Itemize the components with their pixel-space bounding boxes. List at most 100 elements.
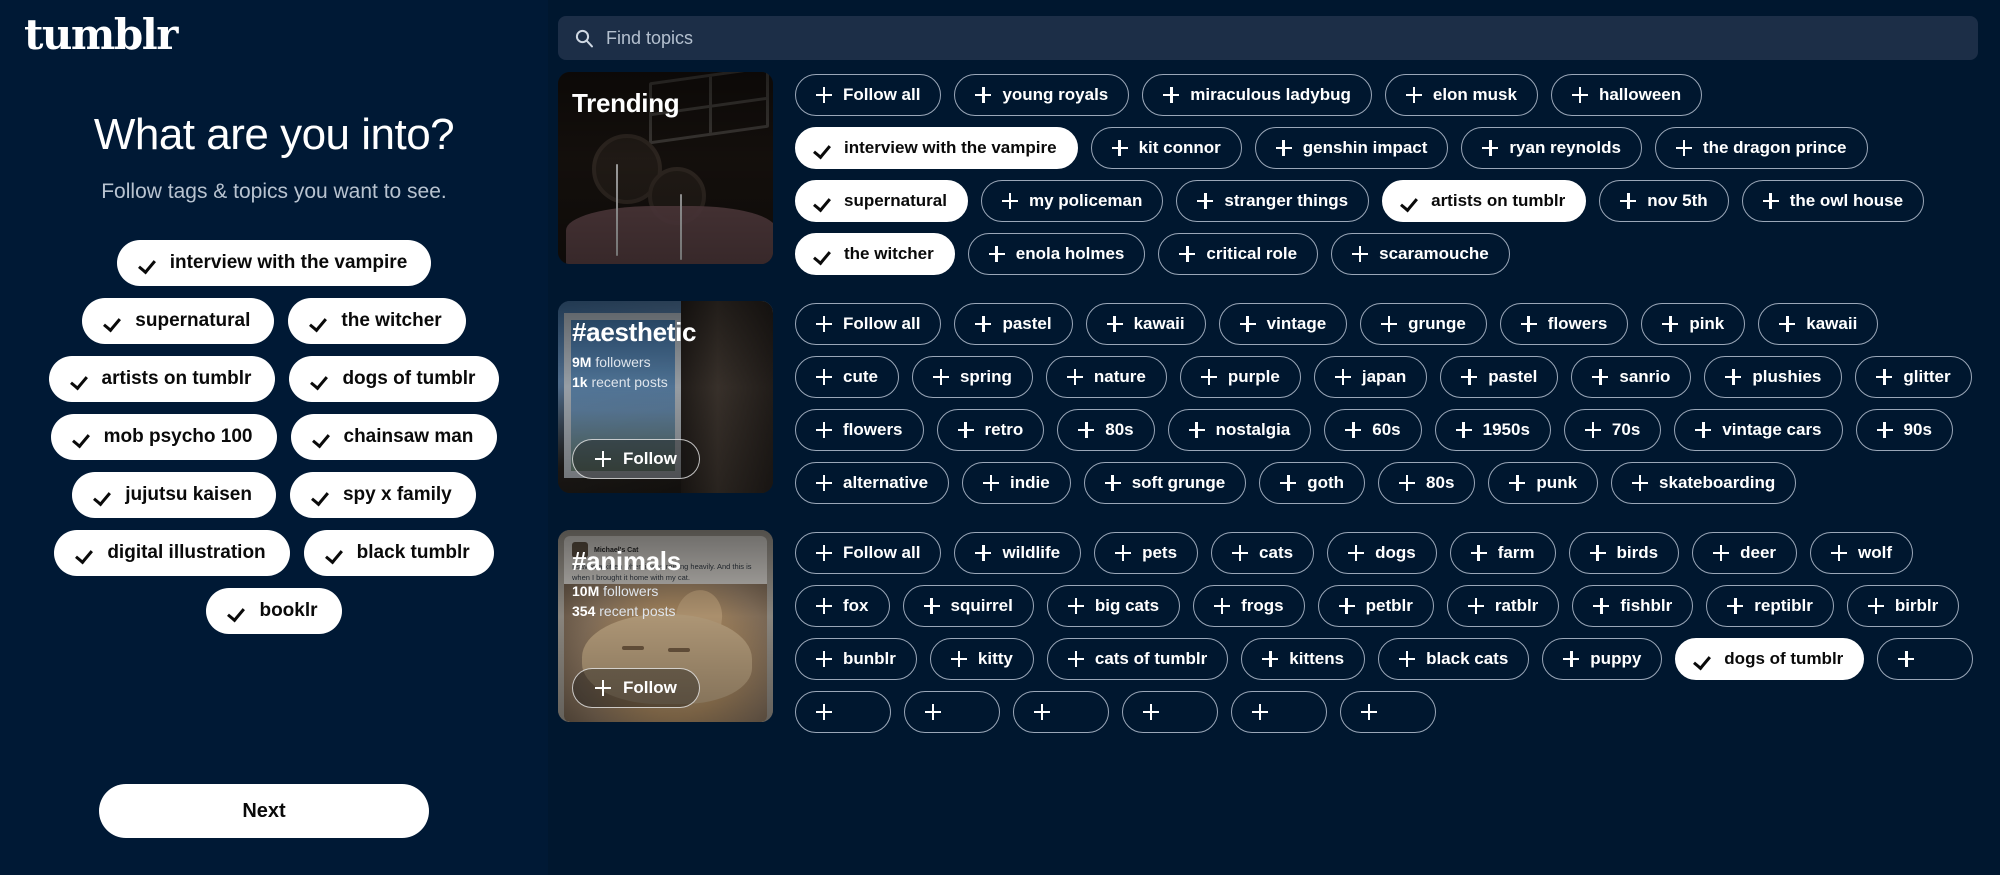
tag-pill[interactable]: cats xyxy=(1211,532,1315,574)
tag-pill[interactable]: grunge xyxy=(1360,303,1487,345)
tag-pill[interactable]: wolf xyxy=(1810,532,1914,574)
tag-pill[interactable]: cute xyxy=(795,356,899,398)
tag-pill[interactable]: glitter xyxy=(1855,356,1972,398)
tag-pill[interactable] xyxy=(795,691,891,733)
tag-pill[interactable]: Follow all xyxy=(795,74,942,116)
selected-tag-pill[interactable]: the witcher xyxy=(288,298,466,344)
tag-pill[interactable]: frogs xyxy=(1193,585,1305,627)
tag-pill[interactable]: halloween xyxy=(1550,74,1703,116)
tag-pill[interactable] xyxy=(1877,638,1974,680)
tag-pill[interactable]: deer xyxy=(1692,532,1798,574)
tag-pill-selected[interactable]: the witcher xyxy=(795,233,955,275)
selected-tag-pill[interactable]: supernatural xyxy=(82,298,275,344)
tag-pill[interactable]: goth xyxy=(1259,462,1366,504)
tag-pill[interactable]: cats of tumblr xyxy=(1046,638,1229,680)
follow-button[interactable]: Follow xyxy=(572,439,700,479)
tag-pill[interactable]: puppy xyxy=(1542,638,1663,680)
tag-pill[interactable]: soft grunge xyxy=(1083,462,1247,504)
tag-pill[interactable]: kit connor xyxy=(1090,127,1242,169)
tag-pill[interactable]: nostalgia xyxy=(1167,409,1312,451)
selected-tag-pill[interactable]: booklr xyxy=(206,588,342,634)
tag-pill[interactable]: my policeman xyxy=(980,180,1164,222)
next-button[interactable]: Next xyxy=(99,784,429,838)
tag-pill[interactable]: squirrel xyxy=(902,585,1034,627)
tag-pill[interactable]: pink xyxy=(1641,303,1746,345)
tag-pill[interactable]: kawaii xyxy=(1085,303,1206,345)
follow-button[interactable]: Follow xyxy=(572,668,700,708)
tag-pill[interactable]: purple xyxy=(1179,356,1301,398)
selected-tag-pill[interactable]: spy x family xyxy=(289,472,476,518)
tag-pill[interactable]: big cats xyxy=(1046,585,1181,627)
tag-pill[interactable]: genshin impact xyxy=(1254,127,1449,169)
tag-pill[interactable]: flowers xyxy=(1499,303,1629,345)
tag-pill[interactable]: skateboarding xyxy=(1611,462,1797,504)
tag-pill[interactable]: wildlife xyxy=(954,532,1082,574)
selected-tag-pill[interactable]: dogs of tumblr xyxy=(289,356,500,402)
selected-tag-pill[interactable]: artists on tumblr xyxy=(48,356,276,402)
tag-pill[interactable]: dogs xyxy=(1327,532,1437,574)
tag-pill[interactable]: sanrio xyxy=(1571,356,1692,398)
tag-pill[interactable]: black cats xyxy=(1378,638,1530,680)
tag-pill[interactable]: the owl house xyxy=(1741,180,1925,222)
tag-pill[interactable]: retro xyxy=(936,409,1045,451)
tag-pill[interactable]: 60s xyxy=(1324,409,1422,451)
tag-pill[interactable]: nature xyxy=(1045,356,1167,398)
tag-pill[interactable]: reptiblr xyxy=(1706,585,1834,627)
tag-pill[interactable]: the dragon prince xyxy=(1654,127,1868,169)
selected-tag-pill[interactable]: interview with the vampire xyxy=(116,240,432,286)
tag-pill[interactable]: Follow all xyxy=(795,532,942,574)
tag-pill[interactable]: kawaii xyxy=(1758,303,1879,345)
tag-pill[interactable]: miraculous ladybug xyxy=(1142,74,1372,116)
tag-pill-selected[interactable]: artists on tumblr xyxy=(1382,180,1587,222)
tag-pill[interactable]: bunblr xyxy=(795,638,917,680)
selected-tag-pill[interactable]: chainsaw man xyxy=(290,414,498,460)
tag-pill[interactable]: scaramouche xyxy=(1331,233,1510,275)
tag-pill[interactable]: ratblr xyxy=(1446,585,1560,627)
tag-pill[interactable]: 1950s xyxy=(1434,409,1551,451)
selected-tag-pill[interactable]: jujutsu kaisen xyxy=(72,472,276,518)
tag-pill[interactable]: vintage cars xyxy=(1674,409,1843,451)
search-bar[interactable] xyxy=(558,16,1978,60)
tag-pill[interactable]: plushies xyxy=(1704,356,1843,398)
topic-card[interactable]: #aesthetic 9M followers 1k recent posts Fol… xyxy=(558,301,773,493)
tag-pill[interactable]: fox xyxy=(795,585,890,627)
tag-pill[interactable] xyxy=(1122,691,1218,733)
tag-pill[interactable]: birblr xyxy=(1846,585,1960,627)
tag-pill[interactable]: alternative xyxy=(795,462,950,504)
tag-pill[interactable]: vintage xyxy=(1218,303,1348,345)
tag-pill[interactable]: farm xyxy=(1449,532,1556,574)
tag-pill[interactable]: ryan reynolds xyxy=(1461,127,1642,169)
tag-pill[interactable] xyxy=(1013,691,1109,733)
tag-pill[interactable]: 70s xyxy=(1563,409,1662,451)
tag-pill[interactable]: stranger things xyxy=(1176,180,1370,222)
tag-pill[interactable]: birds xyxy=(1568,532,1680,574)
tag-pill[interactable]: kitty xyxy=(929,638,1034,680)
selected-tag-pill[interactable]: mob psycho 100 xyxy=(50,414,277,460)
tag-pill[interactable]: 80s xyxy=(1057,409,1155,451)
selected-tag-pill[interactable]: digital illustration xyxy=(54,530,290,576)
tag-pill[interactable] xyxy=(1340,691,1436,733)
tag-pill[interactable]: fishblr xyxy=(1572,585,1694,627)
tag-pill[interactable]: spring xyxy=(911,356,1033,398)
selected-tag-pill[interactable]: black tumblr xyxy=(303,530,494,576)
tag-pill[interactable]: Follow all xyxy=(795,303,942,345)
tag-pill[interactable]: 80s xyxy=(1378,462,1476,504)
tag-pill[interactable]: young royals xyxy=(954,74,1130,116)
tag-pill[interactable]: punk xyxy=(1488,462,1599,504)
tag-pill[interactable]: nov 5th xyxy=(1599,180,1729,222)
tag-pill-selected[interactable]: interview with the vampire xyxy=(795,127,1078,169)
topic-card[interactable]: Trending xyxy=(558,72,773,264)
search-input[interactable] xyxy=(606,27,1962,49)
tag-pill-selected[interactable]: supernatural xyxy=(795,180,968,222)
tag-pill-selected[interactable]: dogs of tumblr xyxy=(1675,638,1865,680)
tag-pill[interactable]: kittens xyxy=(1241,638,1366,680)
tag-pill[interactable] xyxy=(904,691,1000,733)
tag-pill[interactable] xyxy=(1231,691,1327,733)
tag-pill[interactable]: enola holmes xyxy=(967,233,1146,275)
tag-pill[interactable]: indie xyxy=(962,462,1071,504)
tag-pill[interactable]: pastel xyxy=(954,303,1073,345)
tag-pill[interactable]: pastel xyxy=(1440,356,1559,398)
tag-pill[interactable]: petblr xyxy=(1317,585,1434,627)
tag-pill[interactable]: 90s xyxy=(1855,409,1953,451)
tag-pill[interactable]: pets xyxy=(1094,532,1199,574)
